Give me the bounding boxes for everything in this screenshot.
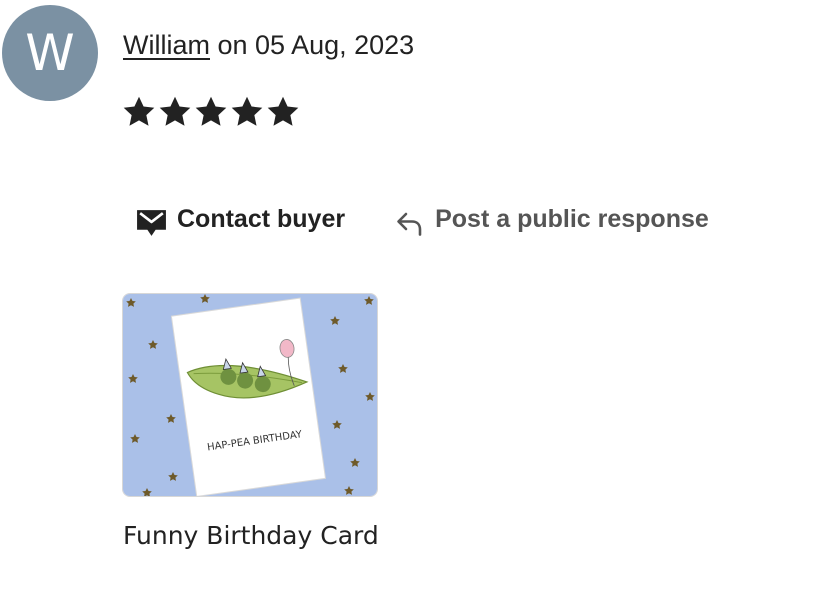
reviewer-name-link[interactable]: William (123, 30, 210, 60)
contact-buyer-button[interactable]: Contact buyer (135, 200, 345, 239)
star-icon (195, 96, 227, 126)
avatar: W (2, 5, 98, 101)
star-icon (231, 96, 263, 126)
birthday-card-image: HAP-PEA BIRTHDAY (123, 294, 377, 496)
review-date: on 05 Aug, 2023 (210, 30, 415, 60)
star-icon (159, 96, 191, 126)
product-thumbnail[interactable]: HAP-PEA BIRTHDAY (122, 293, 378, 497)
star-rating (121, 92, 301, 132)
star-icon (123, 96, 155, 126)
post-public-response-label: Post a public response (435, 205, 709, 233)
review-byline: William on 05 Aug, 2023 (123, 30, 414, 61)
contact-buyer-label: Contact buyer (177, 205, 346, 233)
product-caption[interactable]: Funny Birthday Card (123, 521, 379, 550)
envelope-message-icon (137, 210, 166, 236)
reply-arrow-icon (397, 212, 422, 236)
post-public-response-button[interactable]: Post a public response (395, 202, 709, 238)
star-icon (267, 96, 299, 126)
review-actions: Contact buyer Post a public response (135, 200, 709, 239)
